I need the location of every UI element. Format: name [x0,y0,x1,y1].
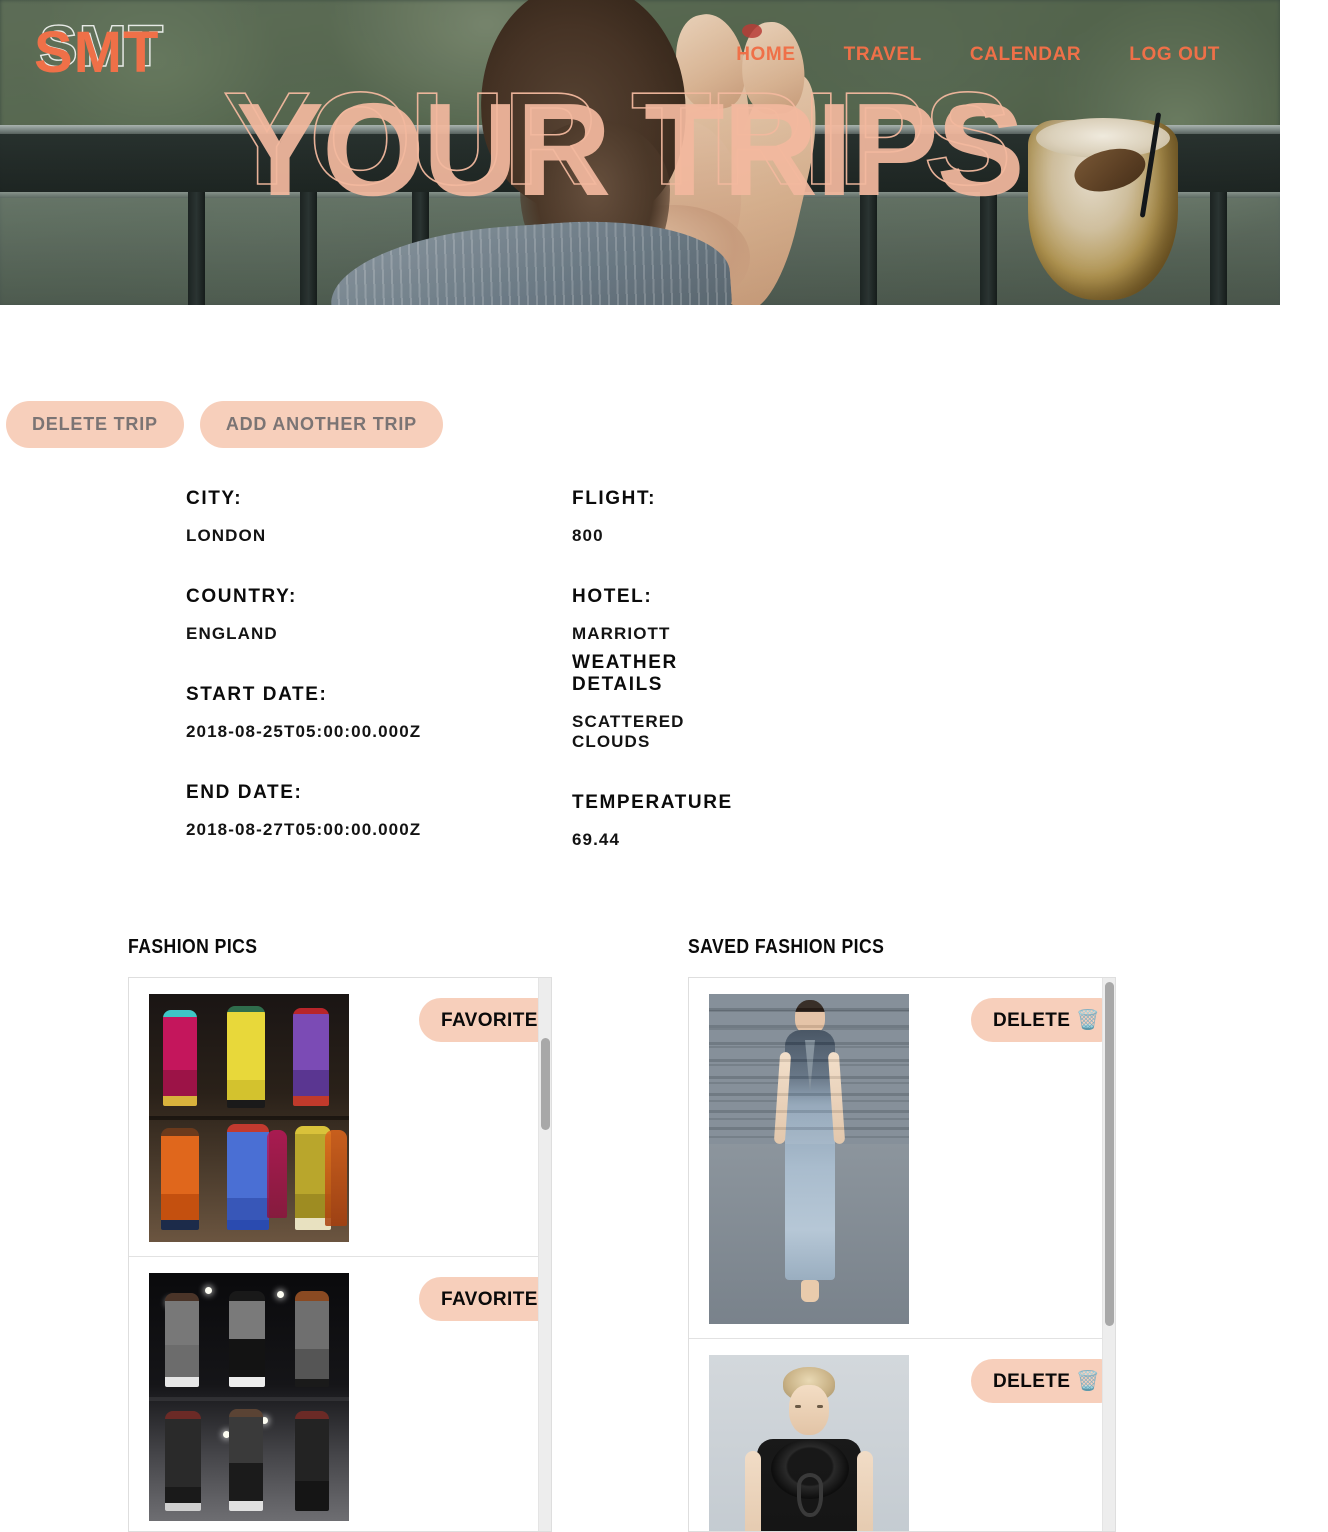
temperature-value: 69.44 [572,830,621,849]
flight-label: FLIGHT: [572,488,657,509]
saved-thumbnail[interactable] [709,994,909,1324]
favorite-button[interactable]: FAVORITE ❤️ [419,1277,551,1321]
end-date-value: 2018-08-27T05:00:00.000Z [186,820,422,839]
fashion-scrollbar-thumb[interactable] [541,1038,550,1130]
saved-thumbnail[interactable] [709,1355,909,1531]
fashion-card: FAVORITE ❤️ [129,1257,551,1531]
add-another-trip-button[interactable]: ADD ANOTHER TRIP [199,401,443,448]
fashion-thumbnail[interactable] [149,1273,349,1521]
brand-logo[interactable]: SMT SMT [34,17,164,82]
start-date-value: 2018-08-25T05:00:00.000Z [186,722,422,741]
trip-details-left: CITY: LONDON COUNTRY: ENGLAND START DATE… [0,488,560,890]
hero-banner: SMT SMT HOME TRAVEL CALENDAR LOG OUT YOU… [0,0,1280,305]
fashion-pics-title: FASHION PICS [128,936,258,958]
temperature-label: TEMPERATURE [572,792,733,813]
saved-fashion-pics-scroller[interactable]: DELETE 🗑️ DELETE 🗑️ [688,977,1116,1532]
saved-card: DELETE 🗑️ [689,1339,1115,1531]
weather-value: SCATTERED CLOUDS [572,712,685,751]
nav-logout[interactable]: LOG OUT [1129,44,1220,66]
start-date-label: START DATE: [186,684,328,705]
weather-details-heading: WEATHER DETAILS [572,652,678,695]
delete-photo-button[interactable]: DELETE 🗑️ [971,998,1115,1042]
delete-trip-button[interactable]: DELETE TRIP [6,401,184,448]
page-title-outline: YOUR TRIPS [222,65,1012,212]
fashion-pics-scroller[interactable]: FAVORITE ❤️ [128,977,552,1532]
fashion-pics-section: FASHION PICS FAVORITE FAVORITE [0,936,648,1532]
saved-fashion-pics-title: SAVED FASHION PICS [688,936,885,958]
end-date-label: END DATE: [186,782,303,803]
delete-photo-button[interactable]: DELETE 🗑️ [971,1359,1115,1403]
trip-details: CITY: LONDON COUNTRY: ENGLAND START DATE… [0,488,1328,890]
brand-logo-text: SMT [34,20,160,85]
country-value: ENGLAND [186,624,278,643]
page-title: YOUR TRIPS YOUR TRIPS [222,72,1025,216]
fashion-thumbnail[interactable] [149,994,349,1242]
trash-icon: 🗑️ [1076,1371,1101,1392]
favorite-button[interactable]: FAVORITE ❤️ [419,998,551,1042]
trip-details-right: FLIGHT: 800 HOTEL: MARRIOTT WEATHER DETA… [560,488,1120,890]
galleries: FASHION PICS FAVORITE FAVORITE SAVED FAS… [0,936,1328,1532]
nav-calendar[interactable]: CALENDAR [970,44,1081,66]
country-label: COUNTRY: [186,586,297,607]
fashion-card: FAVORITE ❤️ [129,978,551,1257]
trash-icon: 🗑️ [1076,1010,1101,1031]
saved-scrollbar[interactable] [1102,978,1115,1531]
saved-scrollbar-thumb[interactable] [1105,982,1114,1326]
nav-travel[interactable]: TRAVEL [844,44,922,66]
flight-value: 800 [572,526,604,545]
trip-toolbar: DELETE TRIP ADD ANOTHER TRIP [6,401,1328,448]
favorite-label: FAVORITE [441,1010,538,1031]
hotel-label: HOTEL: [572,586,653,607]
nav-home[interactable]: HOME [736,44,795,66]
main-nav: HOME TRAVEL CALENDAR LOG OUT [736,44,1220,66]
city-label: CITY: [186,488,243,509]
delete-label: DELETE [993,1010,1071,1031]
delete-label: DELETE [993,1371,1071,1392]
city-value: LONDON [186,526,267,545]
favorite-label: FAVORITE [441,1289,538,1310]
hotel-value: MARRIOTT [572,624,671,643]
saved-fashion-pics-section: SAVED FASHION PICS DELETE 🗑️ DELETE 🗑️ [648,936,1328,1532]
fashion-scrollbar[interactable] [538,978,551,1531]
saved-card: DELETE 🗑️ [689,978,1115,1339]
